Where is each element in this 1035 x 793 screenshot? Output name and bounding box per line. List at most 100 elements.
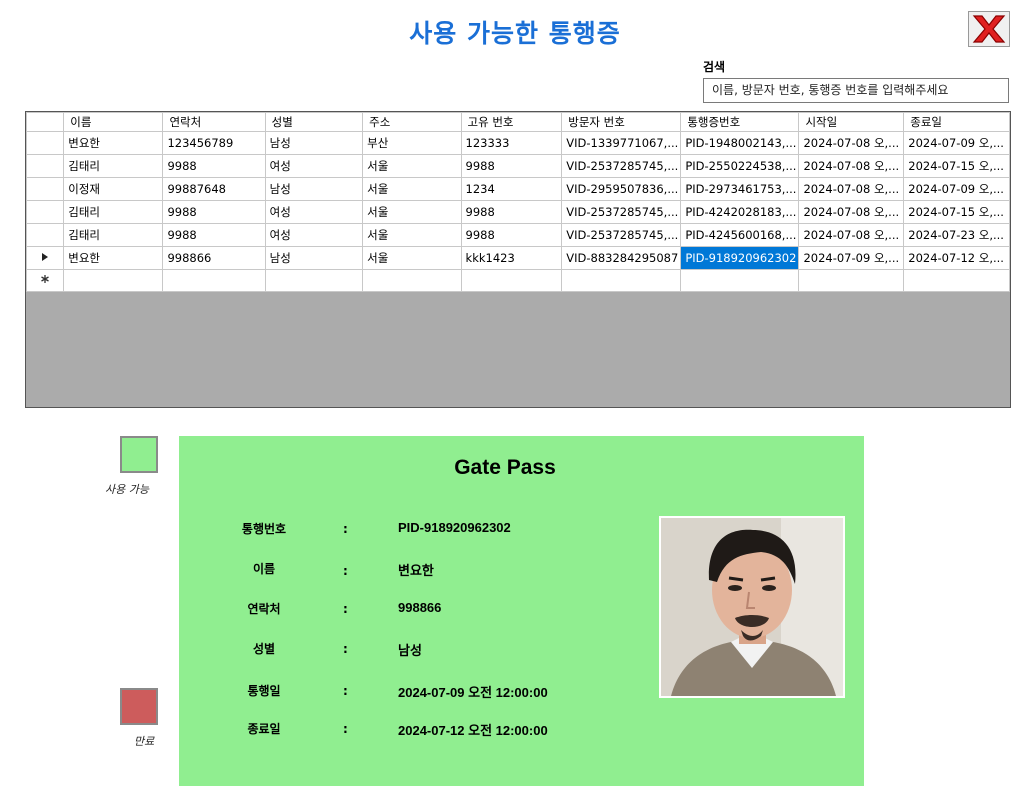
column-header[interactable]: 시작일 bbox=[798, 112, 905, 132]
table-cell[interactable]: VID-2959507836,... bbox=[561, 177, 682, 201]
row-header[interactable] bbox=[26, 200, 65, 224]
table-cell[interactable]: 여성 bbox=[264, 200, 364, 224]
table-cell[interactable]: 2024-07-12 오,... bbox=[903, 246, 1010, 270]
pass-date-label: 통행일 bbox=[247, 684, 281, 698]
gate-pass-card: Gate Pass 통행번호 : PID-918920962302 이름 : 변… bbox=[179, 436, 864, 786]
expired-legend-label: 만료 bbox=[134, 735, 155, 748]
table-cell[interactable]: 변요한 bbox=[63, 246, 164, 270]
table-cell[interactable]: 김태리 bbox=[63, 223, 164, 247]
table-cell[interactable]: 9988 bbox=[460, 223, 563, 247]
table-cell[interactable]: kkk1423 bbox=[460, 246, 563, 270]
close-icon bbox=[972, 15, 1006, 43]
new-row[interactable] bbox=[26, 269, 1010, 292]
table-cell[interactable] bbox=[460, 269, 563, 292]
row-header[interactable] bbox=[26, 131, 65, 155]
column-header[interactable]: 통행증번호 bbox=[680, 112, 800, 132]
table-cell[interactable]: 2024-07-09 오,... bbox=[903, 131, 1010, 155]
column-header[interactable]: 주소 bbox=[362, 112, 462, 132]
table-row[interactable]: 이정재 99887648 남성 서울 1234 VID-2959507836,... PID… bbox=[26, 177, 1010, 201]
column-header[interactable]: 종료일 bbox=[903, 112, 1010, 132]
search-input[interactable]: 이름, 방문자 번호, 통행증 번호를 입력해주세요 bbox=[703, 78, 1009, 103]
table-cell[interactable]: PID-918920962302 bbox=[680, 246, 800, 270]
table-cell[interactable]: 123333 bbox=[460, 131, 563, 155]
table-cell[interactable]: VID-2537285745,... bbox=[561, 223, 682, 247]
name-label: 이름 bbox=[252, 562, 276, 576]
column-header[interactable]: 이름 bbox=[63, 112, 164, 132]
table-cell[interactable]: VID-2537285745,... bbox=[561, 154, 682, 178]
table-cell[interactable]: 2024-07-09 오,... bbox=[798, 246, 905, 270]
column-header[interactable]: 연락처 bbox=[162, 112, 266, 132]
table-cell[interactable]: 2024-07-08 오,... bbox=[798, 200, 905, 224]
table-cell[interactable]: 서울 bbox=[362, 246, 462, 270]
column-header[interactable]: 방문자 번호 bbox=[561, 112, 682, 132]
table-cell[interactable]: PID-2973461753,... bbox=[680, 177, 800, 201]
table-row[interactable]: 변요한 998866 남성 서울 kkk1423 VID-883284295087 PID-… bbox=[26, 246, 1010, 270]
table-cell[interactable]: PID-4242028183,... bbox=[680, 200, 800, 224]
visitor-photo bbox=[659, 516, 845, 698]
row-header[interactable] bbox=[26, 154, 65, 178]
table-cell[interactable]: 2024-07-15 오,... bbox=[903, 154, 1010, 178]
row-header[interactable] bbox=[26, 177, 65, 201]
table-cell[interactable] bbox=[63, 269, 164, 292]
table-cell[interactable]: 2024-07-09 오,... bbox=[903, 177, 1010, 201]
table-cell[interactable]: PID-1948002143,... bbox=[680, 131, 800, 155]
table-cell[interactable]: 김태리 bbox=[63, 154, 164, 178]
table-cell[interactable]: 2024-07-23 오,... bbox=[903, 223, 1010, 247]
table-cell[interactable]: 2024-07-08 오,... bbox=[798, 131, 905, 155]
table-cell[interactable]: 여성 bbox=[264, 223, 364, 247]
new-row-header[interactable] bbox=[26, 269, 65, 292]
table-row[interactable]: 김태리 9988 여성 서울 9988 VID-2537285745,... PID-424… bbox=[26, 200, 1010, 224]
table-cell[interactable]: 2024-07-08 오,... bbox=[798, 223, 905, 247]
table-cell[interactable] bbox=[362, 269, 462, 292]
table-cell[interactable]: 1234 bbox=[460, 177, 563, 201]
available-legend-label: 사용 가능 bbox=[105, 483, 149, 496]
close-button[interactable] bbox=[968, 11, 1010, 47]
table-cell[interactable]: 남성 bbox=[264, 131, 364, 155]
table-cell[interactable]: 998866 bbox=[162, 246, 266, 270]
person-portrait-icon bbox=[661, 518, 843, 696]
column-header[interactable]: 고유 번호 bbox=[460, 112, 563, 132]
pass-data-grid[interactable]: 이름 연락처 성별 주소 고유 번호 방문자 번호 통행증번호 시작일 종료일 변요한 12345… bbox=[25, 111, 1011, 408]
column-header[interactable]: 성별 bbox=[264, 112, 364, 132]
table-cell[interactable] bbox=[264, 269, 364, 292]
table-row[interactable]: 변요한 123456789 남성 부산 123333 VID-1339771067,...… bbox=[26, 131, 1010, 155]
table-cell[interactable]: 서울 bbox=[362, 223, 462, 247]
table-cell[interactable]: 9988 bbox=[460, 154, 563, 178]
gate-pass-title: Gate Pass bbox=[454, 456, 556, 479]
table-row[interactable]: 김태리 9988 여성 서울 9988 VID-2537285745,... PID-424… bbox=[26, 223, 1010, 247]
table-cell[interactable]: 남성 bbox=[264, 177, 364, 201]
table-cell[interactable]: 9988 bbox=[162, 223, 266, 247]
table-cell[interactable]: VID-2537285745,... bbox=[561, 200, 682, 224]
table-cell[interactable]: 2024-07-08 오,... bbox=[798, 154, 905, 178]
table-cell[interactable]: 남성 bbox=[264, 246, 364, 270]
table-cell[interactable]: VID-1339771067,... bbox=[561, 131, 682, 155]
table-row[interactable]: 김태리 9988 여성 서울 9988 VID-2537285745,... PID-255… bbox=[26, 154, 1010, 178]
table-cell[interactable] bbox=[680, 269, 800, 292]
table-cell[interactable]: 2024-07-15 오,... bbox=[903, 200, 1010, 224]
table-cell[interactable]: 9988 bbox=[162, 154, 266, 178]
table-cell[interactable] bbox=[561, 269, 682, 292]
table-cell[interactable]: PID-4245600168,... bbox=[680, 223, 800, 247]
table-cell[interactable]: 여성 bbox=[264, 154, 364, 178]
table-cell[interactable]: 서울 bbox=[362, 177, 462, 201]
table-cell[interactable]: 이정재 bbox=[63, 177, 164, 201]
table-cell[interactable]: 9988 bbox=[460, 200, 563, 224]
current-row-icon bbox=[42, 252, 49, 261]
gender-value: 남성 bbox=[398, 643, 422, 658]
table-cell[interactable]: 9988 bbox=[162, 200, 266, 224]
table-cell[interactable] bbox=[162, 269, 266, 292]
table-cell[interactable]: VID-883284295087 bbox=[561, 246, 682, 270]
table-cell[interactable]: 김태리 bbox=[63, 200, 164, 224]
table-cell[interactable] bbox=[903, 269, 1010, 292]
table-cell[interactable]: 서울 bbox=[362, 154, 462, 178]
table-cell[interactable]: 2024-07-08 오,... bbox=[798, 177, 905, 201]
table-cell[interactable]: 부산 bbox=[362, 131, 462, 155]
table-cell[interactable]: 123456789 bbox=[162, 131, 266, 155]
table-cell[interactable]: 99887648 bbox=[162, 177, 266, 201]
row-header[interactable] bbox=[26, 246, 65, 270]
table-cell[interactable]: 서울 bbox=[362, 200, 462, 224]
table-cell[interactable]: PID-2550224538,... bbox=[680, 154, 800, 178]
table-cell[interactable] bbox=[798, 269, 905, 292]
table-cell[interactable]: 변요한 bbox=[63, 131, 164, 155]
row-header[interactable] bbox=[26, 223, 65, 247]
